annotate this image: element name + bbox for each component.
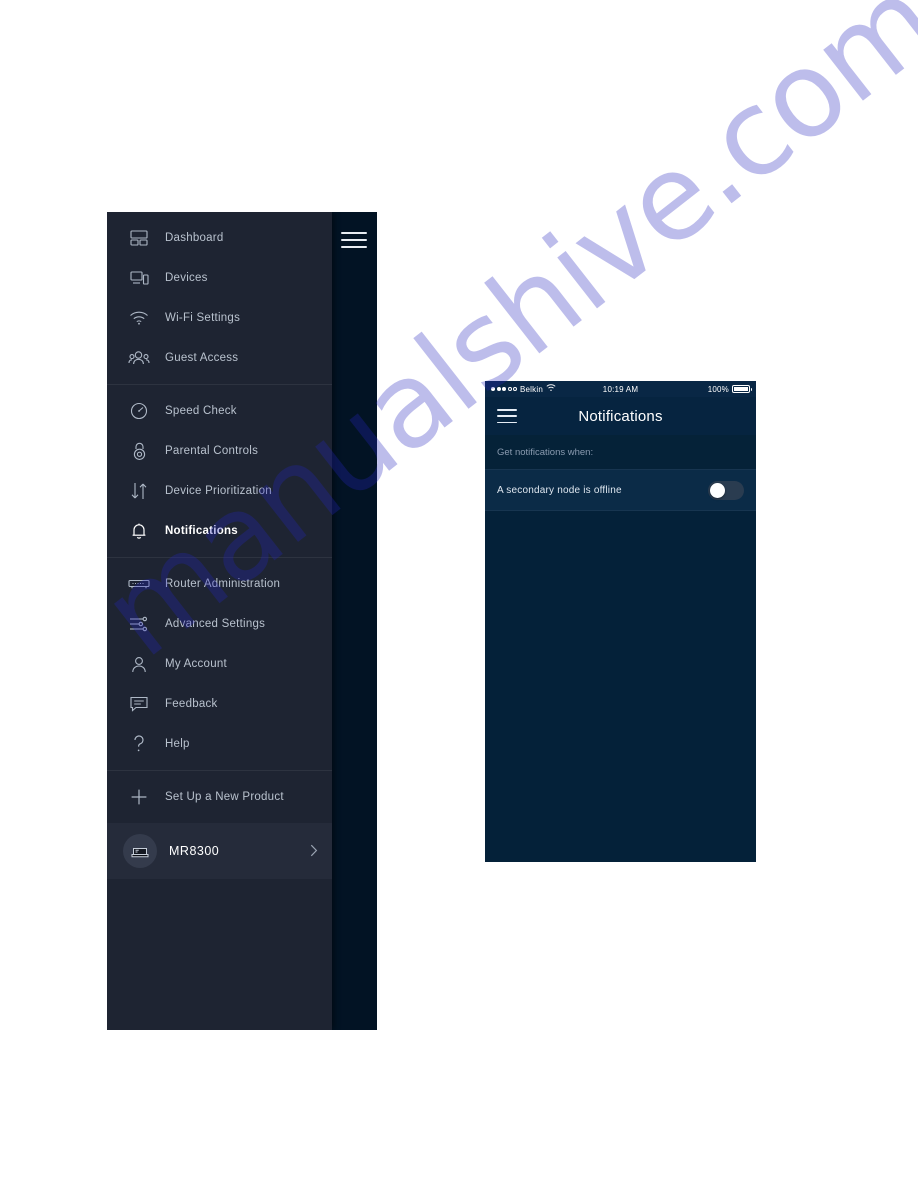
signal-dot (508, 387, 512, 391)
signal-dot (496, 387, 501, 391)
sidebar-item-device-prioritization[interactable]: Device Prioritization (107, 471, 332, 511)
dashboard-icon (126, 226, 152, 250)
sidebar-item-guest-access[interactable]: Guest Access (107, 338, 332, 378)
plus-icon (126, 785, 152, 809)
sidebar-product-row[interactable]: MR8300 (107, 823, 332, 879)
sidebar-item-label: Feedback (165, 698, 218, 710)
battery-full-icon (732, 385, 752, 393)
sidebar-item-label: Router Administration (165, 578, 281, 590)
router-device-icon (123, 834, 157, 868)
menu-group-setup: Set Up a New Product (107, 770, 332, 823)
sliders-icon (126, 612, 152, 636)
sidebar-item-advanced-settings[interactable]: Advanced Settings (107, 604, 332, 644)
ios-status-bar: Belkin 10:19 AM 100% (485, 381, 756, 397)
sidebar-item-feedback[interactable]: Feedback (107, 684, 332, 724)
sidebar-item-set-up-a-new-product[interactable]: Set Up a New Product (107, 777, 332, 817)
sidebar-item-label: Help (165, 738, 190, 750)
sidebar-item-router-administration[interactable]: Router Administration (107, 564, 332, 604)
section-subheading: Get notifications when: (485, 435, 756, 469)
speedometer-icon (126, 399, 152, 423)
devices-icon (126, 266, 152, 290)
wifi-icon (126, 306, 152, 330)
drawer-underlay-panel (332, 212, 377, 1030)
sidebar-item-notifications[interactable]: Notifications (107, 511, 332, 551)
app-navigation-drawer-screenshot: Dashboard Devices Wi-Fi Settings Guest A… (107, 212, 377, 1030)
bell-icon (126, 519, 152, 543)
toggle-knob (710, 482, 725, 498)
chevron-right-icon[interactable] (310, 844, 318, 859)
lock-icon (126, 439, 152, 463)
hamburger-menu-icon[interactable] (497, 409, 517, 423)
chat-bubble-icon (126, 692, 152, 716)
notification-setting-row[interactable]: A secondary node is offline (485, 469, 756, 511)
product-name-label: MR8300 (169, 844, 220, 858)
page-title: Notifications (578, 407, 663, 425)
menu-group-primary: Dashboard Devices Wi-Fi Settings Guest A… (107, 212, 332, 384)
sidebar-item-label: Speed Check (165, 405, 237, 417)
sidebar-item-dashboard[interactable]: Dashboard (107, 218, 332, 258)
sidebar-item-devices[interactable]: Devices (107, 258, 332, 298)
toggle-switch-off-icon[interactable] (708, 480, 744, 500)
navigation-drawer: Dashboard Devices Wi-Fi Settings Guest A… (107, 212, 332, 1030)
sidebar-item-label: Set Up a New Product (165, 791, 284, 803)
sidebar-item-help[interactable]: Help (107, 724, 332, 764)
user-icon (126, 652, 152, 676)
sidebar-item-label: Guest Access (165, 352, 239, 364)
hamburger-bar (497, 421, 517, 423)
sidebar-item-label: Wi-Fi Settings (165, 312, 241, 324)
sidebar-item-label: My Account (165, 658, 227, 670)
notification-setting-label: A secondary node is offline (497, 484, 622, 496)
guest-access-icon (126, 346, 152, 370)
sidebar-item-my-account[interactable]: My Account (107, 644, 332, 684)
signal-dots-icon (491, 387, 517, 391)
hamburger-bar (341, 232, 367, 234)
menu-group-tools: Speed Check Parental Controls Device Pri… (107, 384, 332, 557)
sidebar-item-label: Advanced Settings (165, 618, 266, 630)
hamburger-bar (341, 246, 367, 248)
signal-dot (491, 387, 495, 391)
up-down-arrows-icon (126, 479, 152, 503)
empty-content-area (485, 511, 756, 862)
sidebar-item-speed-check[interactable]: Speed Check (107, 391, 332, 431)
sidebar-item-label: Dashboard (165, 232, 224, 244)
signal-dot (513, 387, 517, 391)
hamburger-bar (497, 409, 517, 411)
sidebar-item-label: Devices (165, 272, 208, 284)
carrier-label: Belkin (520, 384, 543, 394)
hamburger-bar (341, 239, 367, 241)
sidebar-item-label: Parental Controls (165, 445, 259, 457)
sidebar-item-label: Device Prioritization (165, 485, 272, 497)
screen-header: Notifications (485, 397, 756, 435)
sidebar-item-label: Notifications (165, 525, 238, 537)
question-mark-icon (126, 732, 152, 756)
hamburger-menu-icon[interactable] (341, 232, 367, 250)
sidebar-item-parental-controls[interactable]: Parental Controls (107, 431, 332, 471)
sidebar-item-wifi-settings[interactable]: Wi-Fi Settings (107, 298, 332, 338)
router-icon (126, 572, 152, 596)
notifications-screen-screenshot: Belkin 10:19 AM 100% Notifications Get n… (485, 381, 756, 862)
hamburger-bar (497, 415, 517, 417)
signal-dot (502, 387, 506, 391)
status-bar-time: 10:19 AM (602, 384, 639, 394)
wifi-icon (546, 384, 556, 394)
battery-percent-label: 100% (707, 384, 729, 394)
menu-group-settings: Router Administration Advanced Settings (107, 557, 332, 770)
